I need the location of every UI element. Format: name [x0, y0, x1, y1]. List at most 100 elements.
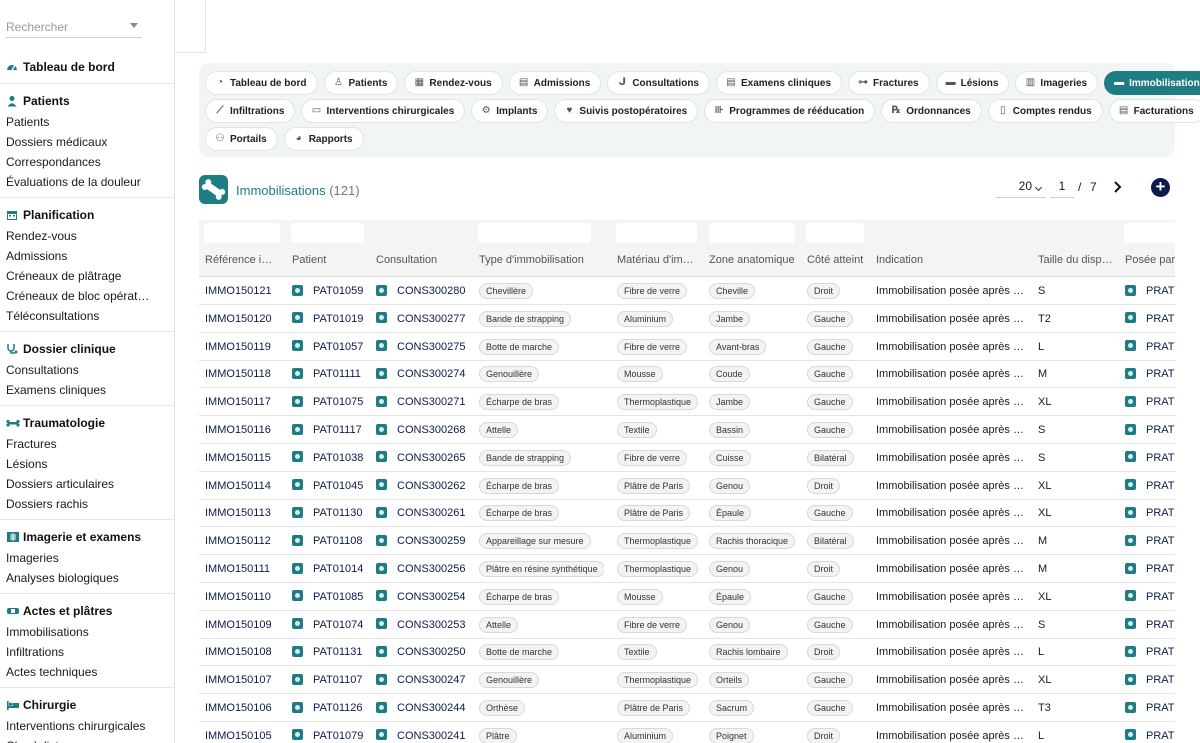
- open-record-icon[interactable]: [1125, 340, 1136, 352]
- sidebar-item[interactable]: Téléconsultations: [0, 306, 174, 326]
- record-reference-link[interactable]: IMMO150113: [205, 507, 271, 519]
- column-header[interactable]: Zone anatomique: [709, 254, 803, 266]
- record-reference-link[interactable]: IMMO150117: [205, 396, 271, 408]
- tab-consultations[interactable]: ᒍ Consultations: [607, 71, 710, 95]
- record-link[interactable]: PAT01057: [313, 341, 363, 353]
- sidebar-item[interactable]: Check-lists: [0, 736, 174, 743]
- add-record-button[interactable]: +: [1151, 178, 1170, 197]
- tab-l-sions[interactable]: ▬ Lésions: [935, 71, 1010, 95]
- record-link[interactable]: CONS300241: [397, 730, 466, 742]
- record-link[interactable]: PRAT: [1146, 368, 1175, 380]
- open-record-icon[interactable]: [376, 729, 387, 741]
- open-record-icon[interactable]: [292, 312, 303, 324]
- record-link[interactable]: CONS300274: [397, 368, 466, 380]
- record-link[interactable]: PAT01117: [313, 424, 362, 436]
- open-record-icon[interactable]: [292, 367, 303, 379]
- sidebar-item[interactable]: Interventions chirurgicales: [0, 716, 174, 736]
- open-record-icon[interactable]: [1125, 645, 1136, 657]
- column-header[interactable]: Type d'immobilisation: [479, 254, 604, 266]
- record-reference-link[interactable]: IMMO150111: [205, 563, 270, 575]
- sidebar-item[interactable]: Imageries: [0, 548, 174, 568]
- record-link[interactable]: PRAT: [1146, 730, 1175, 742]
- table-row[interactable]: IMMO150107 PAT01107 CONS300247 Genouillère T…: [199, 666, 1175, 695]
- table-row[interactable]: IMMO150105 PAT01079 CONS300241 Plâtre Alumin…: [199, 722, 1175, 743]
- column-filter-input[interactable]: [291, 223, 364, 243]
- open-record-icon[interactable]: [292, 284, 303, 296]
- record-link[interactable]: CONS300256: [397, 563, 466, 575]
- open-record-icon[interactable]: [292, 729, 303, 741]
- tab-ordonnances[interactable]: ℞ Ordonnances: [881, 99, 982, 123]
- open-record-icon[interactable]: [376, 590, 387, 602]
- open-record-icon[interactable]: [292, 562, 303, 574]
- record-reference-link[interactable]: IMMO150107: [205, 674, 272, 686]
- record-link[interactable]: CONS300253: [397, 619, 466, 631]
- record-reference-link[interactable]: IMMO150112: [205, 535, 271, 547]
- tab-implants[interactable]: ⚙ Implants: [471, 99, 549, 123]
- open-record-icon[interactable]: [376, 645, 387, 657]
- search-select[interactable]: Rechercher: [6, 14, 142, 38]
- record-link[interactable]: CONS300259: [397, 535, 466, 547]
- sidebar-item[interactable]: Fractures: [0, 434, 174, 454]
- table-row[interactable]: IMMO150114 PAT01045 CONS300262 Écharpe de b…: [199, 472, 1175, 500]
- column-header[interactable]: Côté atteint: [807, 254, 869, 266]
- open-record-icon[interactable]: [376, 479, 387, 491]
- record-link[interactable]: CONS300275: [397, 341, 466, 353]
- table-row[interactable]: IMMO150120 PAT01019 CONS300277 Bande de str…: [199, 305, 1175, 333]
- open-record-icon[interactable]: [1125, 729, 1136, 741]
- table-row[interactable]: IMMO150110 PAT01085 CONS300254 Écharpe de b…: [199, 583, 1175, 611]
- record-link[interactable]: PRAT: [1146, 702, 1175, 714]
- record-reference-link[interactable]: IMMO150120: [205, 313, 272, 325]
- open-record-icon[interactable]: [376, 673, 387, 685]
- tab-admissions[interactable]: ▤ Admissions: [508, 71, 602, 95]
- column-filter-input[interactable]: [709, 223, 795, 243]
- record-link[interactable]: CONS300254: [397, 591, 466, 603]
- open-record-icon[interactable]: [292, 618, 303, 630]
- tab-immobilisations[interactable]: ▬ Immobilisations: [1104, 71, 1200, 95]
- record-link[interactable]: CONS300280: [397, 285, 466, 297]
- table-row[interactable]: IMMO150115 PAT01038 CONS300265 Bande de str…: [199, 444, 1175, 472]
- tab-fractures[interactable]: ⊶ Fractures: [848, 71, 930, 95]
- column-header[interactable]: Référence i…: [205, 254, 275, 266]
- open-record-icon[interactable]: [1125, 451, 1136, 463]
- column-header[interactable]: Consultation: [376, 254, 471, 266]
- sidebar-item[interactable]: Créneaux de plâtrage: [0, 266, 174, 286]
- table-row[interactable]: IMMO150112 PAT01108 CONS300259 Appareillage…: [199, 527, 1175, 556]
- open-record-icon[interactable]: [292, 340, 303, 352]
- sidebar-item[interactable]: Dossiers médicaux: [0, 132, 174, 152]
- page-size-select[interactable]: 20: [996, 176, 1046, 198]
- tab-comptes-rendus[interactable]: ▯ Comptes rendus: [987, 99, 1103, 123]
- open-record-icon[interactable]: [376, 562, 387, 574]
- open-record-icon[interactable]: [1125, 562, 1136, 574]
- record-link[interactable]: PAT01075: [313, 396, 363, 408]
- sidebar-item[interactable]: Rendez-vous: [0, 226, 174, 246]
- record-link[interactable]: CONS300261: [397, 507, 466, 519]
- column-header[interactable]: Indication: [876, 254, 1028, 266]
- record-link[interactable]: PAT01014: [313, 563, 363, 575]
- table-row[interactable]: IMMO150106 PAT01126 CONS300244 Orthèse Plâtr…: [199, 694, 1175, 722]
- record-link[interactable]: PAT01111: [313, 368, 361, 380]
- sidebar-item[interactable]: Immobilisations: [0, 622, 174, 642]
- open-record-icon[interactable]: [292, 451, 303, 463]
- open-record-icon[interactable]: [292, 673, 303, 685]
- record-link[interactable]: PRAT: [1146, 535, 1175, 547]
- tab-suivis-postop-ratoires[interactable]: ♥ Suivis postopératoires: [554, 99, 699, 123]
- record-reference-link[interactable]: IMMO150118: [205, 368, 271, 380]
- open-record-icon[interactable]: [1125, 284, 1136, 296]
- tab-interventions-chirurgicales[interactable]: ▭ Interventions chirurgicales: [301, 99, 466, 123]
- page-number-input[interactable]: 1: [1050, 176, 1074, 198]
- open-record-icon[interactable]: [1125, 534, 1136, 546]
- open-record-icon[interactable]: [1125, 506, 1136, 518]
- column-filter-input[interactable]: [1124, 223, 1175, 243]
- open-record-icon[interactable]: [376, 618, 387, 630]
- table-row[interactable]: IMMO150116 PAT01117 CONS300268 Attelle Texti…: [199, 416, 1175, 444]
- record-link[interactable]: CONS300262: [397, 480, 466, 492]
- record-reference-link[interactable]: IMMO150115: [205, 452, 271, 464]
- sidebar-item[interactable]: Dossiers rachis: [0, 494, 174, 514]
- open-record-icon[interactable]: [1125, 618, 1136, 630]
- table-row[interactable]: IMMO150117 PAT01075 CONS300271 Écharpe de b…: [199, 388, 1175, 417]
- open-record-icon[interactable]: [1125, 701, 1136, 713]
- record-link[interactable]: CONS300268: [397, 424, 466, 436]
- sidebar-item[interactable]: Consultations: [0, 360, 174, 380]
- sidebar-item[interactable]: Examens cliniques: [0, 380, 174, 400]
- open-record-icon[interactable]: [376, 506, 387, 518]
